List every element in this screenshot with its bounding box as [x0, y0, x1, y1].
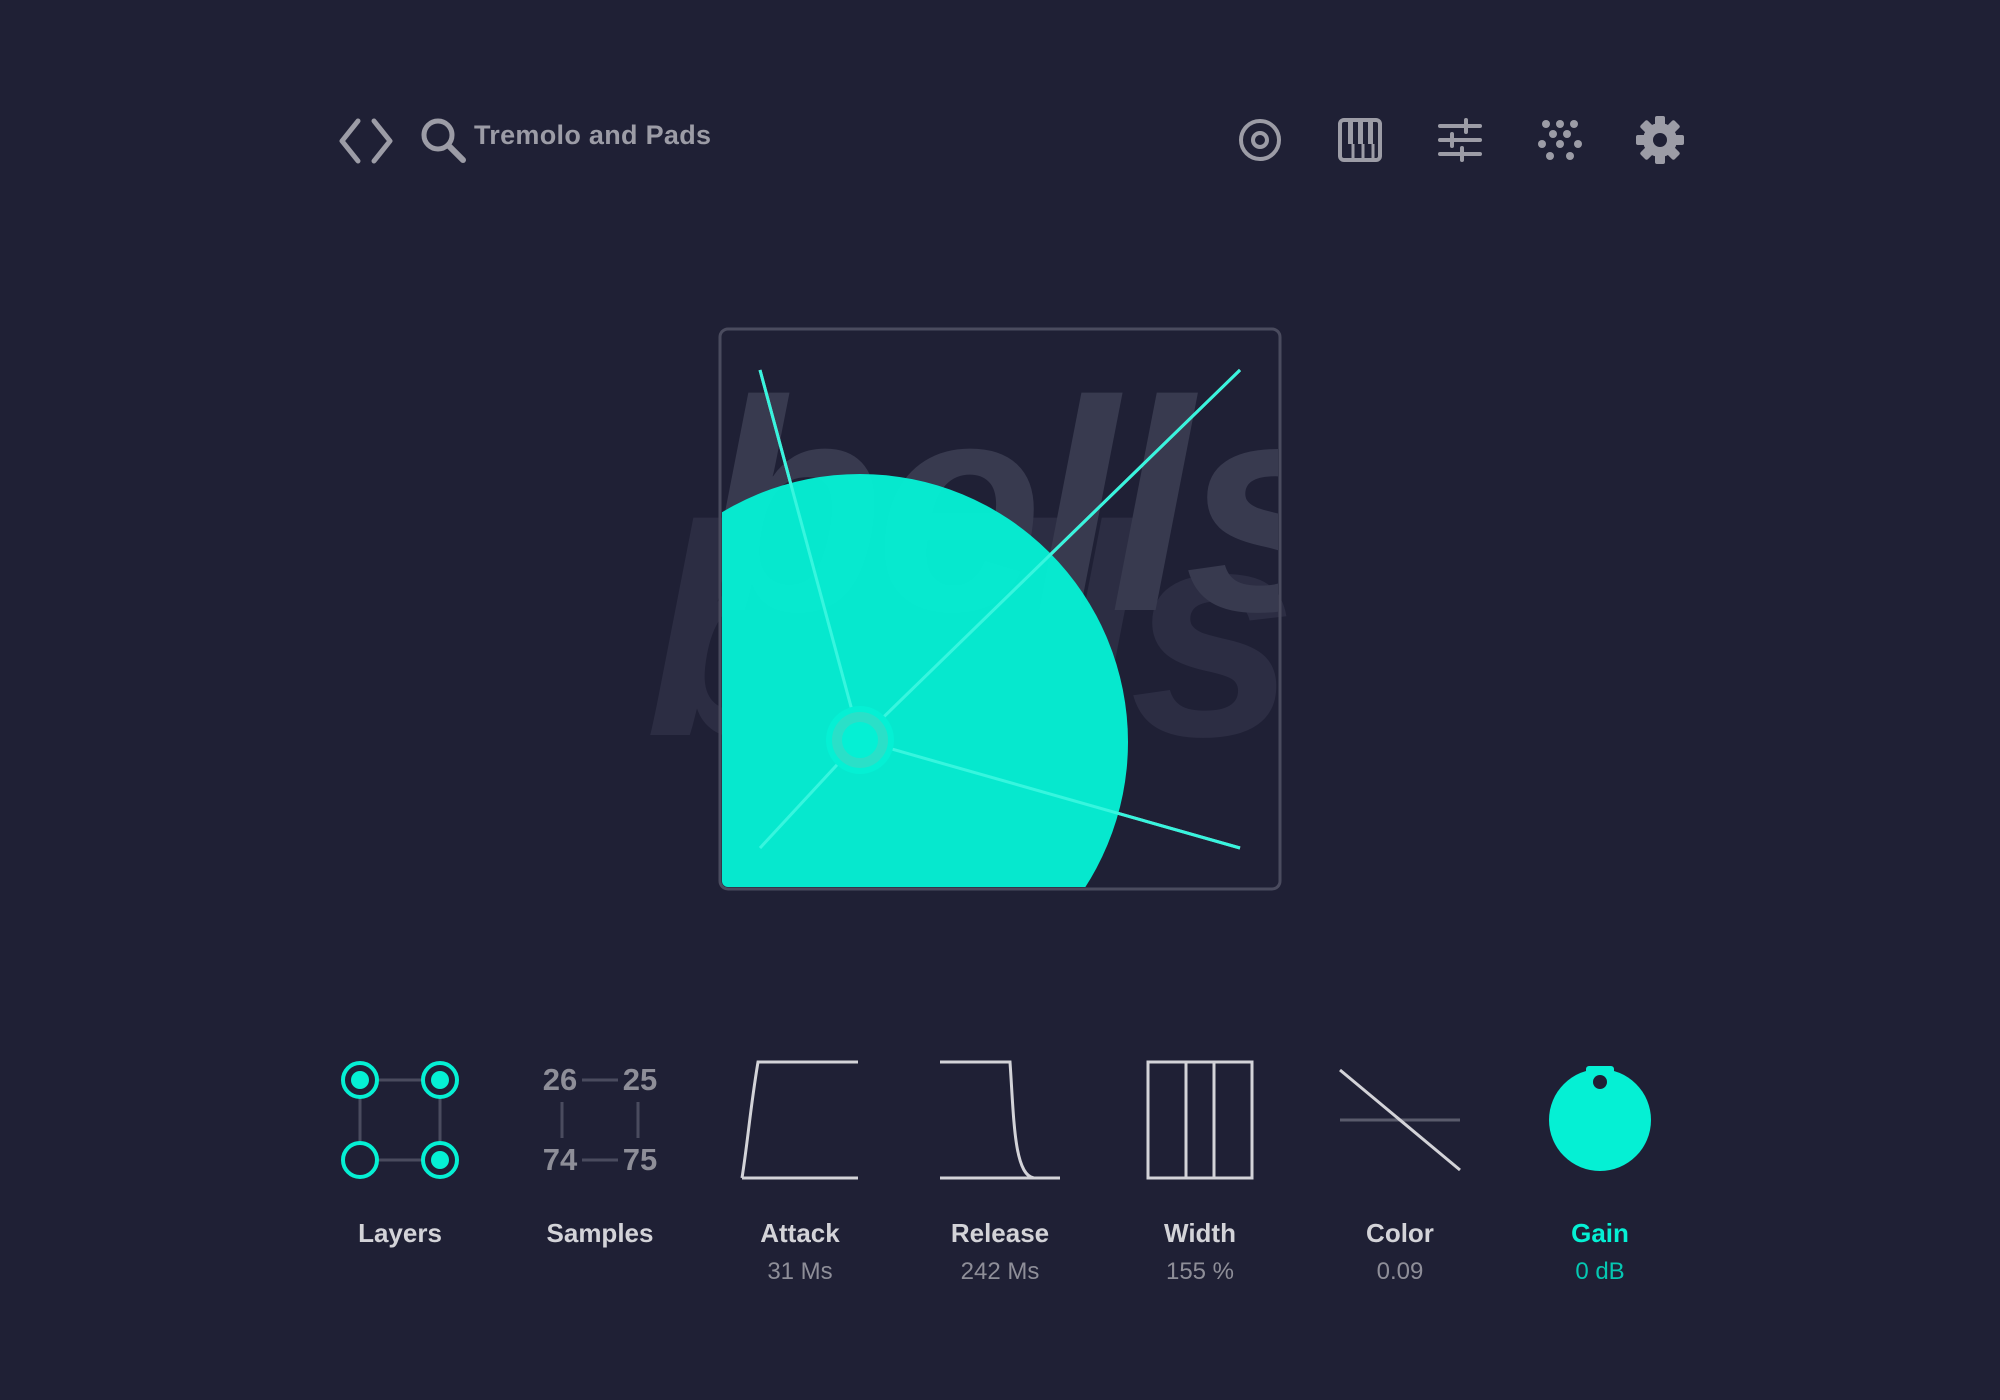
- gain-value: 0 dB: [1575, 1258, 1625, 1285]
- layers-label: Layers: [358, 1218, 442, 1248]
- color-label: Color: [1366, 1218, 1434, 1248]
- samples-icon[interactable]: 26 25 74 75: [530, 1040, 670, 1180]
- color-control[interactable]: Color 0.09: [1330, 1040, 1470, 1340]
- dots-grid-icon[interactable]: [1536, 116, 1584, 164]
- gain-control[interactable]: Gain 0 dB: [1530, 1040, 1670, 1340]
- width-value: 155 %: [1165, 1258, 1235, 1285]
- attack-value: 31 Ms: [767, 1258, 833, 1285]
- sample-number: 26: [543, 1062, 577, 1097]
- attack-envelope-icon[interactable]: [730, 1040, 870, 1180]
- sample-number: 75: [623, 1142, 657, 1177]
- gain-knob[interactable]: [1530, 1040, 1670, 1180]
- code-brackets-icon[interactable]: [336, 115, 396, 167]
- layers-control[interactable]: Layers: [330, 1040, 470, 1340]
- layers-icon[interactable]: [330, 1040, 470, 1180]
- release-envelope-icon[interactable]: [930, 1040, 1070, 1180]
- color-tilt-icon[interactable]: [1330, 1040, 1470, 1180]
- attack-control[interactable]: Attack 31 Ms: [730, 1040, 870, 1340]
- target-icon[interactable]: [1236, 116, 1284, 164]
- release-label: Release: [950, 1218, 1050, 1248]
- width-icon[interactable]: [1130, 1040, 1270, 1180]
- release-control[interactable]: Release 242 Ms: [930, 1040, 1070, 1340]
- sample-number: 74: [543, 1142, 578, 1177]
- top-bar: Tremolo and Pads: [0, 0, 2000, 280]
- samples-control[interactable]: 26 25 74 75 Samples: [530, 1040, 670, 1340]
- visualizer[interactable]: bells bells: [0, 300, 2000, 940]
- sliders-icon[interactable]: [1436, 116, 1484, 164]
- sample-number: 25: [623, 1062, 657, 1097]
- width-control[interactable]: Width 155 %: [1130, 1040, 1270, 1340]
- release-value: 242 Ms: [960, 1258, 1040, 1285]
- attack-label: Attack: [760, 1218, 840, 1248]
- search-icon[interactable]: [418, 115, 470, 167]
- gear-icon[interactable]: [1634, 114, 1686, 166]
- preset-name[interactable]: Tremolo and Pads: [474, 120, 711, 151]
- color-value: 0.09: [1376, 1258, 1424, 1285]
- width-label: Width: [1164, 1218, 1236, 1248]
- gain-label: Gain: [1571, 1218, 1629, 1248]
- knob-indicator: [1593, 1075, 1607, 1089]
- piano-keys-icon[interactable]: [1336, 116, 1384, 164]
- samples-label: Samples: [546, 1218, 654, 1248]
